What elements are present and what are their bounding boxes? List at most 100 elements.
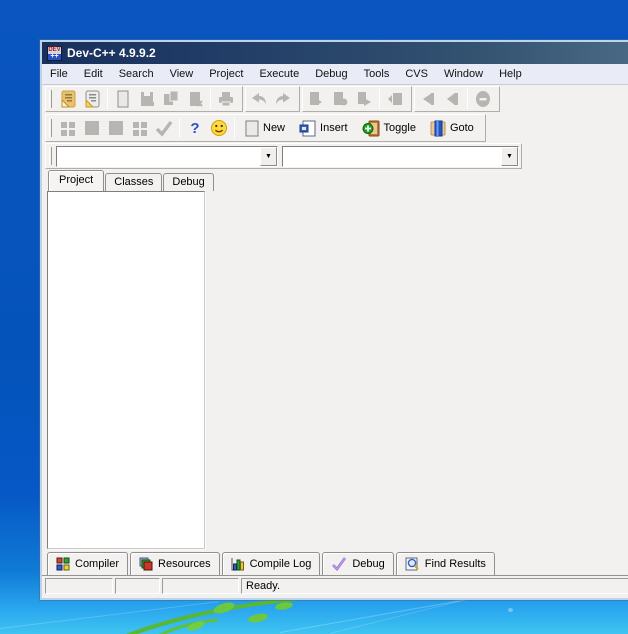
compile-and-run-icon-disabled	[352, 88, 376, 110]
toolbar-project-row: ? New Insert Toggle	[42, 113, 628, 143]
window-title: Dev-C++ 4.9.9.2	[67, 46, 156, 60]
tab-find-results[interactable]: Find Results	[396, 552, 495, 575]
menu-execute[interactable]: Execute	[251, 65, 307, 83]
devcpp-window: DEV ++ Dev-C++ 4.9.9.2 File Edit Search …	[40, 40, 628, 600]
toolbar-gripper[interactable]	[49, 119, 52, 137]
remove-from-project-icon-disabled	[128, 117, 152, 139]
toolbar-separator	[107, 89, 108, 109]
full-screen-icon-disabled	[80, 117, 104, 139]
tab-debug-report[interactable]: Debug	[322, 552, 393, 575]
menu-tools[interactable]: Tools	[356, 65, 398, 83]
class-combo-dropdown-button[interactable]: ▼	[260, 147, 277, 166]
toolbar-separator	[467, 89, 468, 109]
find-results-magnifier-icon	[405, 557, 420, 571]
toolbar-separator	[234, 118, 235, 138]
compile-log-chart-icon	[231, 557, 245, 571]
project-tree-panel[interactable]	[47, 191, 205, 549]
status-cell-1	[45, 578, 113, 594]
class-browser-combo[interactable]: ▼	[56, 146, 278, 167]
tab-project[interactable]: Project	[48, 170, 104, 191]
insert-icon	[299, 120, 316, 137]
toolbar-separator	[210, 89, 211, 109]
navigation-combos-row: ▼ ▼	[42, 143, 628, 169]
save-all-icon-disabled	[159, 88, 183, 110]
devcpp-app-icon: DEV ++	[47, 46, 62, 61]
new-source-file-icon[interactable]	[111, 88, 135, 110]
toolbar-separator	[179, 118, 180, 138]
menu-file[interactable]: File	[42, 65, 76, 83]
toggle-label: Toggle	[384, 122, 416, 134]
member-combo-dropdown-button[interactable]: ▼	[501, 147, 518, 166]
editor-empty-area	[205, 191, 628, 549]
fix-indent-icon-disabled	[104, 117, 128, 139]
wallpaper-dot	[508, 608, 513, 612]
menu-debug[interactable]: Debug	[307, 65, 355, 83]
tab-find-results-label: Find Results	[425, 558, 486, 570]
run-icon-disabled	[328, 88, 352, 110]
help-icon[interactable]: ?	[183, 117, 207, 139]
member-browser-combo[interactable]: ▼	[282, 146, 519, 167]
status-bar: Ready.	[42, 576, 628, 598]
undo-icon-disabled	[247, 88, 271, 110]
tab-resources-label: Resources	[158, 558, 211, 570]
new-snippet-button[interactable]: New	[238, 116, 292, 140]
new-project-icon[interactable]	[56, 88, 80, 110]
client-area: Project Classes Debug Compiler Resources	[42, 169, 628, 598]
class-browser-combo-input[interactable]	[57, 147, 260, 166]
toggle-button[interactable]: Toggle	[355, 116, 423, 140]
toolbar-band-compile	[302, 86, 412, 112]
left-tab-strip: Project Classes Debug	[42, 169, 628, 191]
about-smiley-icon[interactable]	[207, 117, 231, 139]
toolbar-separator	[379, 89, 380, 109]
tab-debug-report-label: Debug	[352, 558, 384, 570]
menu-window[interactable]: Window	[436, 65, 491, 83]
status-message: Ready.	[241, 578, 628, 594]
tab-classes[interactable]: Classes	[105, 173, 162, 191]
debug-icon-disabled	[416, 88, 440, 110]
member-browser-combo-input[interactable]	[283, 147, 501, 166]
status-cell-3	[162, 578, 239, 594]
insert-button[interactable]: Insert	[292, 116, 355, 140]
wallpaper-sprig	[118, 596, 308, 634]
new-page-icon	[245, 120, 259, 137]
chevron-down-icon: ▼	[506, 153, 513, 160]
toolbar-band-edit	[245, 86, 300, 112]
menu-help[interactable]: Help	[491, 65, 530, 83]
resources-stack-icon	[139, 557, 153, 571]
redo-icon-disabled	[271, 88, 295, 110]
debug-check-icon	[331, 557, 347, 571]
menu-search[interactable]: Search	[111, 65, 162, 83]
tab-compile-log[interactable]: Compile Log	[222, 552, 321, 575]
toggle-icon	[362, 120, 380, 137]
chevron-down-icon: ▼	[265, 153, 272, 160]
compile-icon-disabled	[304, 88, 328, 110]
tab-compiler-label: Compiler	[75, 558, 119, 570]
goto-label: Goto	[450, 122, 474, 134]
menu-project[interactable]: Project	[201, 65, 251, 83]
tab-resources[interactable]: Resources	[130, 552, 220, 575]
compiler-squares-icon	[56, 557, 70, 571]
tab-debug[interactable]: Debug	[163, 173, 213, 191]
desktop-wallpaper: DEV ++ Dev-C++ 4.9.9.2 File Edit Search …	[0, 0, 628, 634]
new-snippet-label: New	[263, 122, 285, 134]
rebuild-all-icon-disabled	[383, 88, 407, 110]
open-icon[interactable]	[80, 88, 104, 110]
menu-edit[interactable]: Edit	[76, 65, 111, 83]
workspace	[42, 191, 628, 551]
toolbar-gripper[interactable]	[49, 90, 52, 108]
toolbar-gripper[interactable]	[49, 147, 52, 165]
toolbar-main	[42, 85, 628, 113]
toolbar-band-debug	[414, 86, 500, 112]
syntax-check-icon-disabled	[152, 117, 176, 139]
close-file-icon-disabled	[183, 88, 207, 110]
status-cell-2	[115, 578, 160, 594]
title-bar[interactable]: DEV ++ Dev-C++ 4.9.9.2	[42, 42, 628, 64]
tab-compiler[interactable]: Compiler	[47, 552, 128, 575]
menu-cvs[interactable]: CVS	[397, 65, 436, 83]
goto-button[interactable]: Goto	[423, 116, 481, 140]
menu-view[interactable]: View	[162, 65, 202, 83]
insert-label: Insert	[320, 122, 348, 134]
toolbar-band-combos: ▼ ▼	[45, 143, 522, 169]
print-icon-disabled	[214, 88, 238, 110]
tab-compile-log-label: Compile Log	[250, 558, 312, 570]
